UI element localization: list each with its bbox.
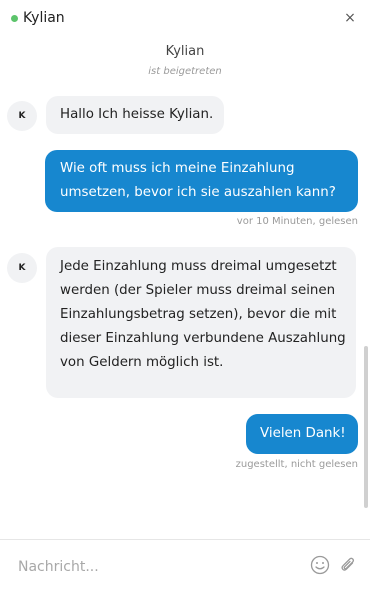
incoming-message: Jede Einzahlung muss dreimal umgesetzt w… bbox=[46, 247, 356, 398]
agent-avatar: K bbox=[7, 101, 37, 131]
message-composer bbox=[0, 540, 370, 590]
message-input[interactable] bbox=[18, 556, 298, 578]
chat-window: Kylian × Kylian ist beigetreten K Hallo … bbox=[0, 0, 370, 590]
paperclip-icon[interactable] bbox=[337, 554, 359, 576]
close-button[interactable]: × bbox=[343, 10, 357, 26]
contact-name: Kylian bbox=[23, 10, 65, 26]
incoming-message: Hallo Ich heisse Kylian. bbox=[46, 96, 224, 134]
outgoing-message: Wie oft muss ich meine Einzahlung umsetz… bbox=[45, 150, 358, 212]
chat-header: Kylian × bbox=[0, 0, 370, 38]
message-status: zugestellt, nicht gelesen bbox=[235, 459, 358, 470]
agent-avatar: K bbox=[7, 253, 37, 283]
system-joined-name: Kylian bbox=[165, 44, 205, 59]
message-status: vor 10 Minuten, gelesen bbox=[236, 216, 358, 227]
scrollbar[interactable] bbox=[364, 346, 368, 508]
outgoing-message: Vielen Dank! bbox=[246, 414, 358, 454]
smiley-icon[interactable] bbox=[309, 554, 331, 576]
system-joined-status: ist beigetreten bbox=[148, 66, 222, 77]
online-status-dot bbox=[11, 15, 18, 22]
